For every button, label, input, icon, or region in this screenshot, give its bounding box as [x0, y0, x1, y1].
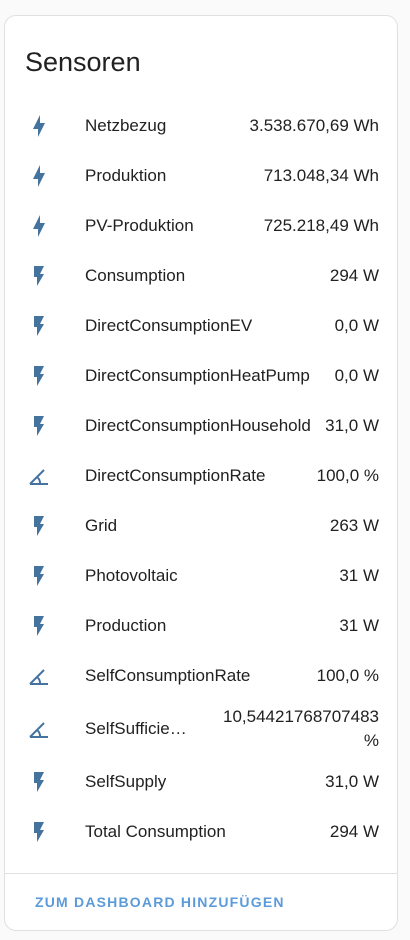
sensor-row-photovoltaic[interactable]: Photovoltaic 31 W: [5, 551, 397, 601]
flash-icon: [27, 614, 51, 638]
sensor-row-self-sufficiency[interactable]: SelfSufficiency 10,54421768707483 %: [5, 701, 397, 757]
sensor-name: SelfConsumptionRate: [85, 666, 251, 685]
sensor-name: SelfSupply: [85, 772, 167, 791]
sensor-row-self-supply[interactable]: SelfSupply 31,0 W: [5, 757, 397, 807]
sensor-name: Production: [85, 616, 167, 635]
angle-acute-icon: [27, 664, 51, 688]
sensor-name: Consumption: [85, 266, 186, 285]
angle-acute-icon: [27, 464, 51, 488]
lightning-bolt-icon: [27, 164, 51, 188]
angle-acute-icon: [27, 717, 51, 741]
sensor-name: SelfSufficiency: [85, 719, 189, 738]
sensor-row-consumption[interactable]: Consumption 294 W: [5, 251, 397, 301]
add-to-dashboard-button[interactable]: ZUM DASHBOARD HINZUFÜGEN: [21, 888, 299, 916]
sensor-row-pv-produktion[interactable]: PV-Produktion 725.218,49 Wh: [5, 201, 397, 251]
sensor-value: 294 W: [329, 822, 379, 841]
sensor-name: Produktion: [85, 166, 167, 185]
flash-icon: [27, 264, 51, 288]
sensor-name: DirectConsumptionEV: [85, 316, 253, 335]
sensor-row-netzbezug[interactable]: Netzbezug 3.538.670,69 Wh: [5, 101, 397, 151]
sensor-row-grid[interactable]: Grid 263 W: [5, 501, 397, 551]
lightning-bolt-icon: [27, 214, 51, 238]
flash-icon: [27, 364, 51, 388]
sensor-value: 0,0 W: [334, 316, 379, 335]
sensor-name: DirectConsumptionRate: [85, 466, 266, 485]
card-title: Sensoren: [25, 47, 141, 77]
flash-icon: [27, 314, 51, 338]
sensors-card: Sensoren Netzbezug 3.538.670,69 Wh Produ…: [4, 15, 398, 931]
sensor-value: 713.048,34 Wh: [263, 166, 379, 185]
sensor-name: Grid: [85, 516, 118, 535]
sensor-value: 294 W: [329, 266, 379, 285]
sensor-row-production[interactable]: Production 31 W: [5, 601, 397, 651]
sensor-name: Total Consumption: [85, 822, 226, 841]
sensor-row-direct-consumption-household[interactable]: DirectConsumptionHousehold 31,0 W: [5, 401, 397, 451]
sensor-value: 0,0 W: [334, 366, 379, 385]
sensor-value: 31,0 W: [325, 772, 379, 791]
sensor-row-total-consumption[interactable]: Total Consumption 294 W: [5, 807, 397, 857]
sensor-row-direct-consumption-heatpump[interactable]: DirectConsumptionHeatPump 0,0 W: [5, 351, 397, 401]
sensor-row-produktion[interactable]: Produktion 713.048,34 Wh: [5, 151, 397, 201]
sensor-value: 10,54421768707483 %: [223, 707, 379, 750]
sensor-value: 100,0 %: [316, 466, 379, 485]
sensor-name: PV-Produktion: [85, 216, 194, 235]
sensor-name: Photovoltaic: [85, 566, 178, 585]
lightning-bolt-icon: [27, 114, 51, 138]
sensor-name: Netzbezug: [85, 116, 167, 135]
sensor-list: Netzbezug 3.538.670,69 Wh Produktion 713…: [5, 101, 397, 857]
sensor-value: 100,0 %: [316, 666, 379, 685]
sensor-row-direct-consumption-ev[interactable]: DirectConsumptionEV 0,0 W: [5, 301, 397, 351]
sensor-value: 263 W: [329, 516, 379, 535]
sensor-value: 725.218,49 Wh: [263, 216, 379, 235]
sensor-value: 3.538.670,69 Wh: [249, 116, 379, 135]
card-divider: [5, 873, 397, 874]
flash-icon: [27, 514, 51, 538]
sensor-name: DirectConsumptionHeatPump: [85, 366, 310, 385]
sensor-name: DirectConsumptionHousehold: [85, 416, 311, 435]
sensor-row-self-consumption-rate[interactable]: SelfConsumptionRate 100,0 %: [5, 651, 397, 701]
flash-icon: [27, 414, 51, 438]
sensor-value: 31 W: [339, 566, 379, 585]
sensor-value: 31 W: [339, 616, 379, 635]
flash-icon: [27, 820, 51, 844]
flash-icon: [27, 770, 51, 794]
sensor-value: 31,0 W: [325, 416, 379, 435]
flash-icon: [27, 564, 51, 588]
sensor-row-direct-consumption-rate[interactable]: DirectConsumptionRate 100,0 %: [5, 451, 397, 501]
